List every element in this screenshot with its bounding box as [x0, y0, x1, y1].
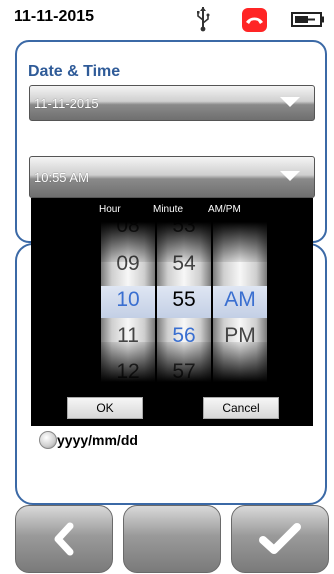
usb-icon [197, 7, 210, 32]
confirm-button[interactable] [231, 505, 329, 573]
phone-hangup-icon[interactable] [242, 8, 267, 32]
minute-wheel[interactable]: 53 54 55 56 57 [157, 222, 211, 382]
time-picker: Hour Minute AM/PM 08 09 10 11 12 53 54 5… [31, 198, 313, 426]
wheel-value: 11 [117, 324, 139, 347]
status-bar: 11-11-2015 [11, 0, 332, 38]
battery-icon [291, 12, 324, 27]
ampm-header: AM/PM [208, 204, 241, 215]
hour-header: Hour [99, 204, 121, 215]
back-chevron-icon [54, 522, 74, 556]
checkmark-icon [259, 523, 301, 554]
back-button[interactable] [15, 505, 113, 573]
wheel-value: 12 [116, 360, 140, 382]
format-radio[interactable] [39, 431, 57, 449]
time-dropdown[interactable]: 10:55 AM [29, 156, 315, 198]
wheel-value: 57 [172, 360, 196, 382]
ok-button[interactable]: OK [67, 397, 143, 419]
section-title: Date & Time [28, 63, 121, 80]
device-screen: 11-11-2015 Date & Time 11-11-2015 10:55 … [11, 0, 332, 574]
format-radio-label: yyyy/mm/dd [57, 432, 138, 448]
status-date: 11-11-2015 [14, 8, 95, 25]
chevron-down-icon [280, 97, 300, 107]
wheel-value: 53 [172, 222, 196, 237]
wheel-value: 56 [172, 324, 196, 347]
wheel-value: PM [224, 324, 256, 347]
wheel-value: 09 [116, 252, 140, 275]
blank-nav-button[interactable] [123, 505, 221, 573]
wheel-value: 54 [172, 252, 196, 275]
wheel-value-selected: 55 [172, 288, 196, 311]
minute-header: Minute [153, 204, 184, 215]
wheel-value: 08 [116, 222, 140, 237]
wheel-value-selected: 10 [116, 288, 140, 311]
cancel-button[interactable]: Cancel [203, 397, 279, 419]
date-dropdown-value: 11-11-2015 [34, 96, 99, 111]
time-dropdown-value: 10:55 AM [34, 170, 89, 185]
ampm-wheel[interactable]: AM PM [213, 222, 267, 382]
hour-wheel[interactable]: 08 09 10 11 12 [101, 222, 155, 382]
wheel-value-selected: AM [224, 288, 256, 311]
chevron-down-icon [280, 171, 300, 181]
date-dropdown[interactable]: 11-11-2015 [29, 85, 315, 121]
